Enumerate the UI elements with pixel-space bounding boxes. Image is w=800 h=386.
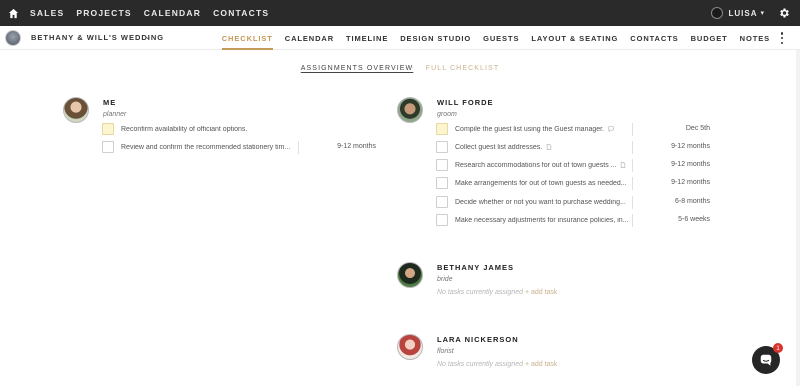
task-text[interactable]: Reconfirm availability of officiant opti… <box>121 126 247 133</box>
user-menu[interactable]: LUISA <box>728 9 757 18</box>
tab-notes[interactable]: NOTES <box>740 34 770 43</box>
task-due: 9-12 months <box>671 143 710 150</box>
task-row: Make necessary adjustments for insurance… <box>436 213 714 227</box>
assignee-role: groom <box>437 111 457 118</box>
tab-guests[interactable]: GUESTS <box>483 34 519 43</box>
project-avatar <box>5 30 21 46</box>
tab-design-studio[interactable]: DESIGN STUDIO <box>400 34 471 43</box>
top-navigation-bar: SALES PROJECTS CALENDAR CONTACTS LUISA ▾ <box>0 0 800 26</box>
subtab-assignments-overview[interactable]: ASSIGNMENTS OVERVIEW <box>301 65 414 72</box>
assignee-name: ME <box>103 98 117 107</box>
chat-button[interactable]: 1 <box>752 343 783 374</box>
tab-calendar[interactable]: CALENDAR <box>285 34 334 43</box>
comment-icon[interactable] <box>608 126 614 132</box>
task-text[interactable]: Compile the guest list using the Guest m… <box>455 126 604 133</box>
task-checkbox[interactable] <box>436 196 448 208</box>
task-row: Reconfirm availability of officiant opti… <box>102 122 382 136</box>
divider <box>632 196 633 209</box>
task-row: Decide whether or not you want to purcha… <box>436 195 714 209</box>
note-icon[interactable] <box>546 144 552 150</box>
tab-contacts[interactable]: CONTACTS <box>630 34 678 43</box>
task-text[interactable]: Make arrangements for out of town guests… <box>455 180 627 187</box>
task-row: Make arrangements for out of town guests… <box>436 176 714 190</box>
assignee-name: WILL FORDE <box>437 98 494 107</box>
task-due: 9-12 months <box>671 179 710 186</box>
tab-budget[interactable]: BUDGET <box>691 34 728 43</box>
nav-sales[interactable]: SALES <box>30 8 64 18</box>
task-due: Dec 5th <box>685 125 710 132</box>
divider <box>632 159 633 172</box>
task-checkbox[interactable] <box>102 141 114 153</box>
gear-icon[interactable] <box>778 7 790 19</box>
task-checkbox[interactable] <box>436 141 448 153</box>
kebab-menu-icon[interactable] <box>780 32 784 44</box>
tab-timeline[interactable]: TIMELINE <box>346 34 388 43</box>
task-checkbox[interactable] <box>436 177 448 189</box>
assignee-name: LARA NICKERSON <box>437 335 519 344</box>
task-due: 9-12 months <box>671 161 710 168</box>
avatar <box>397 97 423 123</box>
task-checkbox[interactable] <box>102 123 114 135</box>
task-due: 9-12 months <box>337 143 376 150</box>
task-text[interactable]: Collect guest list addresses. <box>455 144 542 151</box>
checklist-subtabs: ASSIGNMENTS OVERVIEW FULL CHECKLIST <box>0 57 800 75</box>
empty-tasks-note: No tasks currently assigned + add task <box>437 289 557 296</box>
divider <box>298 141 299 154</box>
divider <box>632 141 633 154</box>
avatar <box>63 97 89 123</box>
task-row: Collect guest list addresses. 9-12 month… <box>436 140 714 154</box>
project-tabs: CHECKLIST CALENDAR TIMELINE DESIGN STUDI… <box>210 26 770 50</box>
scrollbar[interactable] <box>796 50 800 386</box>
add-task-link[interactable]: + add task <box>525 289 558 296</box>
assignee-role: florist <box>437 348 454 355</box>
task-due: 5-6 weeks <box>678 216 710 223</box>
nav-contacts[interactable]: CONTACTS <box>213 8 269 18</box>
chevron-down-icon[interactable]: ▾ <box>760 9 764 17</box>
chevron-down-icon[interactable]: ⌄ <box>145 33 151 41</box>
task-row: Research accommodations for out of town … <box>436 158 714 172</box>
tab-layout-seating[interactable]: LAYOUT & SEATING <box>531 34 618 43</box>
tab-checklist[interactable]: CHECKLIST <box>221 34 273 50</box>
main-menu: SALES PROJECTS CALENDAR CONTACTS <box>30 8 281 18</box>
task-checkbox[interactable] <box>436 214 448 226</box>
task-text[interactable]: Research accommodations for out of town … <box>455 162 616 169</box>
task-row: Compile the guest list using the Guest m… <box>436 122 714 136</box>
task-checkbox[interactable] <box>436 159 448 171</box>
nav-projects[interactable]: PROJECTS <box>76 8 131 18</box>
empty-text: No tasks currently assigned <box>437 289 523 296</box>
user-avatar[interactable] <box>711 7 724 19</box>
assignee-role: bride <box>437 276 453 283</box>
empty-tasks-note: No tasks currently assigned + add task <box>437 361 557 368</box>
task-text[interactable]: Decide whether or not you want to purcha… <box>455 199 626 206</box>
task-row: Review and confirm the recommended stati… <box>102 140 382 154</box>
assignee-name: BETHANY JAMES <box>437 263 515 272</box>
home-icon[interactable] <box>2 0 24 26</box>
empty-text: No tasks currently assigned <box>437 361 523 368</box>
note-icon[interactable] <box>620 162 626 168</box>
divider <box>632 177 633 190</box>
add-task-link[interactable]: + add task <box>525 361 558 368</box>
chat-icon <box>760 354 772 366</box>
task-checkbox[interactable] <box>436 123 448 135</box>
task-text[interactable]: Review and confirm the recommended stati… <box>121 144 290 151</box>
assignee-role: planner <box>103 111 127 118</box>
task-due: 6-8 months <box>674 198 710 205</box>
subtab-full-checklist[interactable]: FULL CHECKLIST <box>426 65 500 72</box>
avatar <box>397 262 423 288</box>
notification-badge: 1 <box>773 343 783 353</box>
divider <box>632 214 633 227</box>
task-text[interactable]: Make necessary adjustments for insurance… <box>455 217 629 224</box>
project-bar: BETHANY & WILL'S WEDDING ⌄ CHECKLIST CAL… <box>0 26 800 50</box>
user-area: LUISA ▾ <box>711 0 790 26</box>
nav-calendar[interactable]: CALENDAR <box>144 8 201 18</box>
divider <box>632 123 633 136</box>
avatar <box>397 334 423 360</box>
